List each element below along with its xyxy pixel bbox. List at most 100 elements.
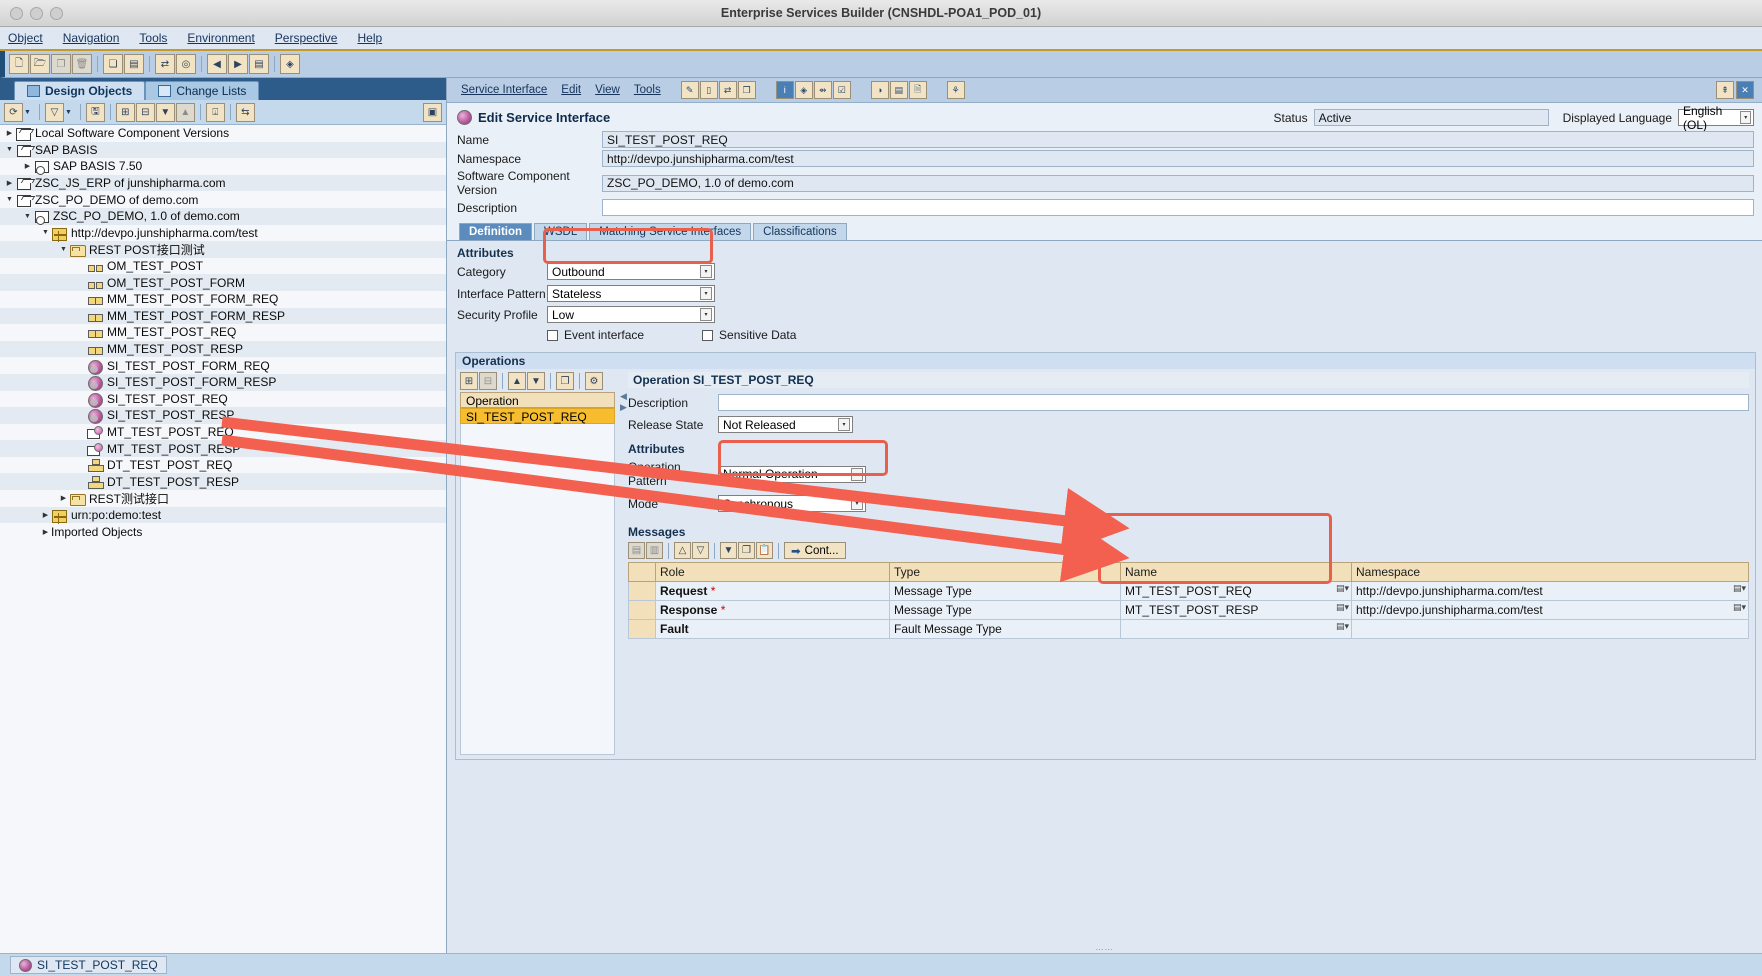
chevron-right-icon[interactable]: ▶ xyxy=(4,129,15,137)
chevron-right-icon[interactable]: ▶ xyxy=(4,179,15,187)
category-select[interactable]: Outbound ▾ xyxy=(547,263,715,280)
language-select[interactable]: English (OL) ▾ xyxy=(1678,109,1754,126)
tree-item[interactable]: SI_TEST_POST_FORM_REQ xyxy=(0,357,446,374)
navigation-toolbar[interactable]: ⟳▼ ▽▼ 🖫 ⊞ ⊟ ▼ ▲ ⍗ ⇆ ▣ xyxy=(0,100,446,125)
column-namespace[interactable]: Namespace xyxy=(1352,563,1749,582)
chevron-right-icon[interactable]: ▶ xyxy=(40,528,51,536)
cell-namespace[interactable] xyxy=(1352,620,1749,639)
row-selector[interactable] xyxy=(629,601,656,620)
theme-icon[interactable]: ◈ xyxy=(280,54,300,74)
tab-wsdl[interactable]: WSDL xyxy=(534,223,587,240)
column-role[interactable]: Role xyxy=(656,563,890,582)
sort-asc-icon[interactable]: △ xyxy=(674,542,691,559)
cell-name[interactable]: MT_TEST_POST_REQ▤▾ xyxy=(1121,582,1352,601)
tree-item[interactable]: ▶Local Software Component Versions xyxy=(0,125,446,142)
description-input[interactable] xyxy=(602,199,1754,216)
add-message-icon[interactable]: ▤ xyxy=(628,542,645,559)
check-icon[interactable]: ☑ xyxy=(833,81,851,99)
column-type[interactable]: Type xyxy=(890,563,1121,582)
copy-icon[interactable]: ❐ xyxy=(738,542,755,559)
tree-item[interactable]: ▼REST POST接口测试 xyxy=(0,241,446,258)
tree-item[interactable]: OM_TEST_POST xyxy=(0,258,446,275)
operations-toolbar[interactable]: ⊞ ⊟ ▲ ▼ ❐ ⚙ xyxy=(460,372,615,390)
operation-pattern-select[interactable]: Normal Operation ▾ xyxy=(718,466,866,483)
refresh-icon[interactable]: ⟳ xyxy=(4,103,23,122)
sort-desc-icon[interactable]: ▽ xyxy=(692,542,709,559)
chevron-right-icon[interactable]: ▶ xyxy=(58,494,69,502)
tree-item[interactable]: ▼http://devpo.junshipharma.com/test xyxy=(0,225,446,242)
copy-icon[interactable]: ❐ xyxy=(738,81,756,99)
tree-item[interactable]: ▼ZSC_PO_DEMO of demo.com xyxy=(0,191,446,208)
close-editor-icon[interactable]: ✕ xyxy=(1736,81,1754,99)
value-help-icon[interactable]: ▤▾ xyxy=(1336,583,1349,594)
chevron-down-icon[interactable]: ▼ xyxy=(58,246,69,253)
chevron-right-icon[interactable]: ▶ xyxy=(40,511,51,519)
sensitive-data-checkbox[interactable] xyxy=(702,330,713,341)
object-tree[interactable]: ▶Local Software Component Versions▼SAP B… xyxy=(0,125,446,953)
save-icon[interactable]: 🖫 xyxy=(86,103,105,122)
tree-item[interactable]: MM_TEST_POST_RESP xyxy=(0,341,446,358)
tree-item[interactable]: ▶REST测试接口 xyxy=(0,490,446,507)
menubar[interactable]: Object Navigation Tools Environment Pers… xyxy=(0,27,1762,51)
editor-toolbar-group-1[interactable]: ✎ ▯ ⇄ ❐ xyxy=(681,81,756,99)
chevron-down-icon[interactable]: ▾ xyxy=(851,468,863,481)
filter-dropdown-icon[interactable]: ▼ xyxy=(65,109,72,116)
tree-item[interactable]: DT_TEST_POST_REQ xyxy=(0,457,446,474)
edit-mode-icon[interactable]: ✎ xyxy=(681,81,699,99)
delete-operation-icon[interactable]: ⊟ xyxy=(479,372,497,390)
expand-node-icon[interactable]: ⊞ xyxy=(116,103,135,122)
tree-item[interactable]: MM_TEST_POST_FORM_RESP xyxy=(0,308,446,325)
editor-toolbar-group-4[interactable]: ⚘ xyxy=(947,81,965,99)
menu-navigation[interactable]: Navigation xyxy=(63,31,120,45)
editor-menu-view[interactable]: View xyxy=(595,84,620,96)
move-down-icon[interactable]: ▼ xyxy=(527,372,545,390)
cell-name[interactable]: ▤▾ xyxy=(1121,620,1352,639)
tree-item[interactable]: MM_TEST_POST_REQ xyxy=(0,324,446,341)
release-state-select[interactable]: Not Released ▾ xyxy=(718,416,853,433)
move-up-icon[interactable]: ▲ xyxy=(508,372,526,390)
value-help-icon[interactable]: ▤▾ xyxy=(1733,602,1746,613)
pin-icon[interactable]: ⇞ xyxy=(1716,81,1734,99)
mode-select[interactable]: Synchronous ▾ xyxy=(718,495,866,512)
menu-perspective[interactable]: Perspective xyxy=(275,31,338,45)
remove-message-icon[interactable]: ▥ xyxy=(646,542,663,559)
tree-item[interactable]: SI_TEST_POST_RESP xyxy=(0,407,446,424)
check-objects-icon[interactable]: ▤ xyxy=(124,54,144,74)
editor-menu-service-interface[interactable]: Service Interface xyxy=(461,84,547,96)
cell-namespace[interactable]: http://devpo.junshipharma.com/test▤▾ xyxy=(1352,582,1749,601)
filter-icon[interactable]: ▽ xyxy=(45,103,64,122)
switch-view-icon[interactable]: ⇆ xyxy=(236,103,255,122)
tab-definition[interactable]: Definition xyxy=(459,223,532,240)
new-icon[interactable]: 🗋 xyxy=(9,54,29,74)
where-used-icon[interactable]: ◎ xyxy=(176,54,196,74)
save-all-icon[interactable]: ❏ xyxy=(103,54,123,74)
maximize-panel-icon[interactable]: ▣ xyxy=(423,103,442,122)
chevron-down-icon[interactable]: ▾ xyxy=(838,418,850,431)
editor-toolbar-group-3[interactable]: ◑ ▤ 🗎 xyxy=(871,81,927,99)
cell-name[interactable]: MT_TEST_POST_RESP▤▾ xyxy=(1121,601,1352,620)
messages-table[interactable]: Role Type Name Namespace Request *Messag… xyxy=(628,562,1749,639)
operation-row-selected[interactable]: SI_TEST_POST_REQ xyxy=(460,408,615,424)
table-row[interactable]: Request *Message TypeMT_TEST_POST_REQ▤▾h… xyxy=(629,582,1749,601)
chevron-down-icon[interactable]: ▼ xyxy=(40,229,51,236)
collapse-node-icon[interactable]: ⊟ xyxy=(136,103,155,122)
tree-item[interactable]: SI_TEST_POST_FORM_RESP xyxy=(0,374,446,391)
menu-help[interactable]: Help xyxy=(357,31,382,45)
chevron-down-icon[interactable]: ▾ xyxy=(1740,111,1751,124)
editor-menu-tools[interactable]: Tools xyxy=(634,84,661,96)
where-used-icon[interactable]: ⇴ xyxy=(814,81,832,99)
operation-description-input[interactable] xyxy=(718,394,1749,411)
info-icon[interactable]: i xyxy=(776,81,794,99)
create-operation-icon[interactable]: ⊞ xyxy=(460,372,478,390)
table-row[interactable]: FaultFault Message Type▤▾ xyxy=(629,620,1749,639)
messages-toolbar[interactable]: ▤ ▥ △ ▽ ▼ ❐ 📋 ➡ xyxy=(628,542,1749,559)
tree-item[interactable]: ▶ZSC_JS_ERP of junshipharma.com xyxy=(0,175,446,192)
interface-pattern-select[interactable]: Stateless ▾ xyxy=(547,285,715,302)
chevron-down-icon[interactable]: ▼ xyxy=(4,146,15,153)
chevron-down-icon[interactable]: ▾ xyxy=(700,308,712,321)
chevron-right-icon[interactable]: ▶ xyxy=(22,162,33,170)
menu-object[interactable]: Object xyxy=(8,31,43,45)
menu-tools[interactable]: Tools xyxy=(139,31,167,45)
refresh-dropdown-icon[interactable]: ▼ xyxy=(24,109,31,116)
content-button[interactable]: ➡ Cont... xyxy=(784,542,846,559)
